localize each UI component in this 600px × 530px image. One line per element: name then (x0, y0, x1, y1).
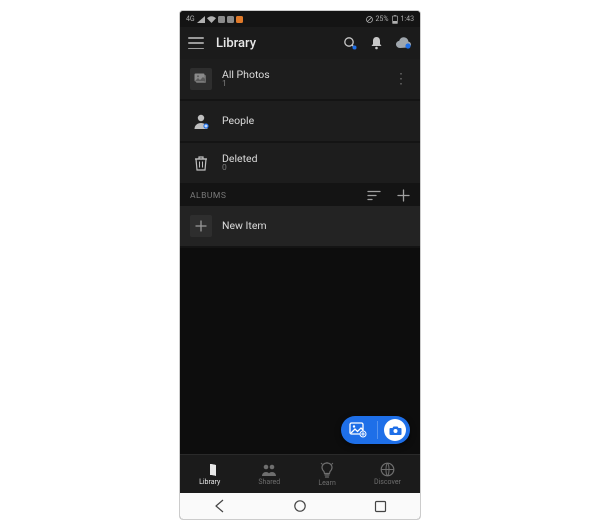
app-bar-actions (343, 36, 412, 51)
albums-label: ALBUMS (190, 191, 357, 201)
people-icon (190, 110, 212, 132)
nav-library-label: Library (199, 478, 220, 486)
nav-learn[interactable]: Learn (318, 462, 336, 487)
battery-icon (392, 15, 398, 24)
camera-button[interactable] (384, 419, 406, 441)
menu-icon[interactable] (188, 37, 204, 49)
back-icon[interactable] (213, 499, 227, 513)
content-area (180, 248, 420, 454)
notif-icon-1 (218, 16, 225, 23)
status-right: 25% 1:43 (365, 15, 415, 24)
system-nav (180, 493, 420, 519)
clock: 1:43 (401, 15, 415, 23)
battery-percent: 25% (376, 15, 389, 23)
nav-shared-label: Shared (258, 478, 280, 486)
phone-frame: 4G 25% 1:43 (179, 10, 421, 520)
dnd-icon (366, 16, 373, 23)
notif-icon-3 (236, 16, 243, 23)
home-icon[interactable] (293, 499, 307, 513)
notif-icon-2 (227, 16, 234, 23)
nav-shared[interactable]: Shared (258, 463, 280, 486)
search-icon[interactable] (343, 36, 358, 51)
recents-icon[interactable] (374, 500, 387, 513)
nav-library[interactable]: Library (199, 463, 220, 486)
people-label: People (222, 115, 410, 127)
add-album-icon[interactable] (397, 189, 410, 202)
app-bar: Library (180, 27, 420, 59)
albums-section-header: ALBUMS (180, 185, 420, 206)
signal-icon (197, 16, 205, 23)
nav-discover-label: Discover (374, 478, 401, 486)
new-item-label: New Item (222, 220, 410, 232)
all-photos-label: All Photos (222, 69, 382, 81)
bottom-nav: Library Shared Learn Discover (180, 454, 420, 493)
add-photo-icon (345, 422, 371, 438)
bell-icon[interactable] (370, 36, 383, 50)
status-left: 4G (186, 15, 243, 23)
page-title: Library (216, 36, 331, 51)
sort-icon[interactable] (367, 190, 381, 201)
new-item-row[interactable]: New Item (180, 206, 420, 246)
cloud-sync-icon[interactable] (395, 37, 412, 49)
wifi-icon (207, 16, 216, 23)
deleted-label: Deleted (222, 153, 410, 165)
photo-stack-icon (190, 68, 212, 90)
fab-divider (377, 421, 378, 439)
fab-capture[interactable] (341, 416, 410, 444)
network-type: 4G (186, 15, 195, 23)
status-bar: 4G 25% 1:43 (180, 11, 420, 27)
more-icon[interactable]: ⋮ (392, 71, 410, 87)
deleted-count: 0 (222, 164, 410, 173)
deleted-row[interactable]: Deleted 0 (180, 143, 420, 183)
library-list: All Photos 1 ⋮ People Deleted 0 ALBUMS (180, 59, 420, 248)
people-row[interactable]: People (180, 101, 420, 141)
all-photos-row[interactable]: All Photos 1 ⋮ (180, 59, 420, 99)
nav-discover[interactable]: Discover (374, 462, 401, 486)
trash-icon (190, 152, 212, 174)
plus-icon (190, 215, 212, 237)
all-photos-count: 1 (222, 80, 382, 89)
nav-learn-label: Learn (318, 479, 336, 487)
